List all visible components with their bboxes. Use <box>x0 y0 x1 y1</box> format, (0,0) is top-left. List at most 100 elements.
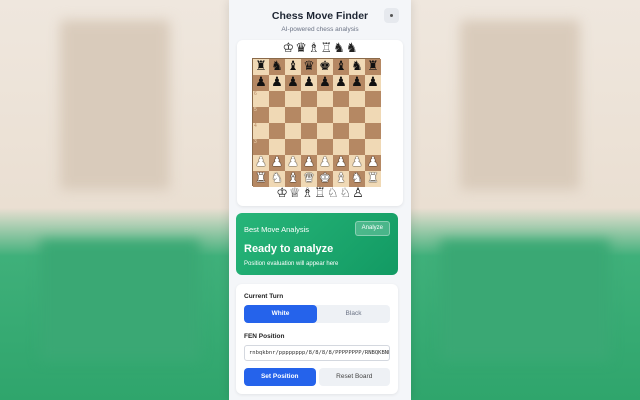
white-piece-icon[interactable]: ♟ <box>255 155 267 171</box>
board-square[interactable]: ♛ <box>301 171 317 187</box>
board-square[interactable] <box>333 123 349 139</box>
board-square[interactable]: ♞ <box>349 59 365 75</box>
board-square[interactable] <box>269 91 285 107</box>
board-square[interactable]: ♟ <box>253 75 269 91</box>
black-piece-icon[interactable]: ♟ <box>255 75 267 91</box>
board-square[interactable] <box>301 91 317 107</box>
black-piece-icon[interactable]: ♛ <box>303 59 315 75</box>
board-square[interactable] <box>365 123 381 139</box>
board-square[interactable] <box>349 139 365 155</box>
board-square[interactable] <box>365 139 381 155</box>
white-piece-icon[interactable]: ♚ <box>319 171 331 187</box>
white-piece-icon[interactable]: ♟ <box>351 155 363 171</box>
board-square[interactable]: ♛ <box>301 59 317 75</box>
board-square[interactable]: ♟ <box>349 75 365 91</box>
board-square[interactable]: ♟ <box>365 155 381 171</box>
board-square[interactable]: ♟ <box>253 155 269 171</box>
board-square[interactable] <box>301 107 317 123</box>
black-piece-icon[interactable]: ♜ <box>255 59 267 75</box>
black-piece-icon[interactable]: ♟ <box>287 75 299 91</box>
board-square[interactable]: ♝ <box>285 59 301 75</box>
board-square[interactable] <box>317 107 333 123</box>
board-square[interactable]: 4 <box>253 123 269 139</box>
board-square[interactable]: ♟ <box>317 75 333 91</box>
board-square[interactable] <box>285 123 301 139</box>
board-square[interactable] <box>349 107 365 123</box>
reset-board-button[interactable]: Reset Board <box>318 368 390 386</box>
board-square[interactable]: ♞ <box>269 59 285 75</box>
white-piece-icon[interactable]: ♜ <box>255 171 267 187</box>
black-piece-icon[interactable]: ♟ <box>271 75 283 91</box>
board-square[interactable]: 6 <box>253 91 269 107</box>
white-piece-icon[interactable]: ♟ <box>367 155 379 171</box>
board-square[interactable] <box>317 123 333 139</box>
black-piece-icon[interactable]: ♟ <box>367 75 379 91</box>
board-square[interactable]: ♟ <box>269 75 285 91</box>
white-piece-icon[interactable]: ♟ <box>319 155 331 171</box>
board-square[interactable]: ♟ <box>333 155 349 171</box>
black-piece-icon[interactable]: ♚ <box>319 59 331 75</box>
board-square[interactable]: ♚ <box>317 171 333 187</box>
board-square[interactable] <box>269 139 285 155</box>
white-piece-icon[interactable]: ♞ <box>271 171 283 187</box>
white-piece-icon[interactable]: ♟ <box>303 155 315 171</box>
board-square[interactable] <box>301 139 317 155</box>
board-square[interactable]: ♟ <box>317 155 333 171</box>
board-square[interactable] <box>365 107 381 123</box>
white-piece-icon[interactable]: ♜ <box>367 171 379 187</box>
board-square[interactable]: 5 <box>253 107 269 123</box>
board-square[interactable] <box>333 107 349 123</box>
board-square[interactable]: ♟ <box>365 75 381 91</box>
chess-board[interactable]: ♜ ♞ ♝ ♛ ♚ ♝ ♞ ♜ ♟ ♟ ♟ ♟ ♟ ♟ ♟ ♟ 6 5 4 3 ♟ ♟ ♟ ♟ ♟ ♟ ♟ ♟ ♜ ♞ ♝ ♛ ♚ ♝ ♞ ♜ <box>252 58 381 187</box>
black-piece-icon[interactable]: ♝ <box>287 59 299 75</box>
board-square[interactable]: ♟ <box>285 75 301 91</box>
white-piece-icon[interactable]: ♟ <box>287 155 299 171</box>
board-square[interactable]: ♟ <box>301 75 317 91</box>
board-square[interactable]: 3 <box>253 139 269 155</box>
board-square[interactable]: ♚ <box>317 59 333 75</box>
analyze-button[interactable]: Analyze <box>354 221 390 236</box>
board-square[interactable] <box>285 91 301 107</box>
board-square[interactable] <box>317 91 333 107</box>
board-square[interactable] <box>285 107 301 123</box>
black-piece-icon[interactable]: ♟ <box>351 75 363 91</box>
board-square[interactable]: ♜ <box>253 59 269 75</box>
turn-white-button[interactable]: White <box>244 305 317 323</box>
board-square[interactable] <box>301 123 317 139</box>
black-piece-icon[interactable]: ♝ <box>335 59 347 75</box>
board-square[interactable] <box>333 139 349 155</box>
fen-input[interactable]: rnbqkbnr/pppppppp/8/8/8/8/PPPPPPPP/RNBQK… <box>244 345 390 361</box>
black-piece-icon[interactable]: ♟ <box>319 75 331 91</box>
white-piece-icon[interactable]: ♟ <box>335 155 347 171</box>
board-square[interactable] <box>349 123 365 139</box>
board-square[interactable]: ♝ <box>333 59 349 75</box>
board-square[interactable]: ♟ <box>349 155 365 171</box>
white-piece-icon[interactable]: ♝ <box>287 171 299 187</box>
board-square[interactable]: ♝ <box>285 171 301 187</box>
board-square[interactable]: ♟ <box>301 155 317 171</box>
white-piece-icon[interactable]: ♝ <box>335 171 347 187</box>
board-square[interactable]: ♞ <box>349 171 365 187</box>
board-square[interactable]: ♟ <box>269 155 285 171</box>
white-piece-icon[interactable]: ♞ <box>351 171 363 187</box>
board-square[interactable]: ♜ <box>253 171 269 187</box>
set-position-button[interactable]: Set Position <box>244 368 316 386</box>
board-square[interactable]: ♝ <box>333 171 349 187</box>
board-square[interactable]: ♞ <box>269 171 285 187</box>
board-square[interactable] <box>269 123 285 139</box>
board-square[interactable] <box>269 107 285 123</box>
board-square[interactable]: ♟ <box>285 155 301 171</box>
theme-toggle-button[interactable] <box>384 8 399 23</box>
black-piece-icon[interactable]: ♞ <box>271 59 283 75</box>
black-piece-icon[interactable]: ♜ <box>367 59 379 75</box>
board-square[interactable]: ♜ <box>365 59 381 75</box>
board-square[interactable] <box>317 139 333 155</box>
white-piece-icon[interactable]: ♛ <box>303 171 315 187</box>
white-piece-icon[interactable]: ♟ <box>271 155 283 171</box>
turn-black-button[interactable]: Black <box>317 305 390 323</box>
board-square[interactable] <box>365 91 381 107</box>
black-piece-icon[interactable]: ♟ <box>303 75 315 91</box>
board-square[interactable] <box>285 139 301 155</box>
black-piece-icon[interactable]: ♞ <box>351 59 363 75</box>
board-square[interactable] <box>333 91 349 107</box>
